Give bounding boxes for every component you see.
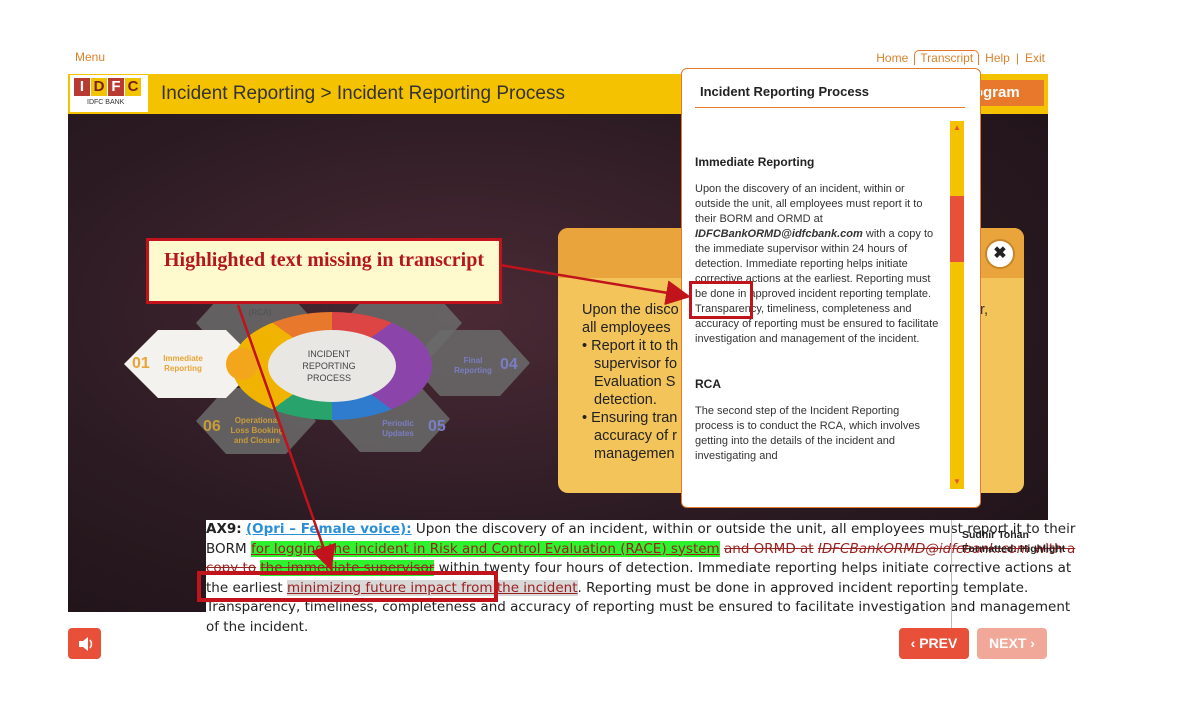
arrow-to-script-box	[237, 304, 331, 567]
speaker-icon	[79, 637, 93, 651]
prev-button[interactable]: ‹ PREV	[899, 628, 969, 659]
annotation-arrows	[236, 263, 691, 571]
next-button[interactable]: NEXT ›	[977, 628, 1047, 659]
arrow-to-transcript	[499, 263, 691, 306]
audio-button[interactable]	[68, 628, 101, 659]
next-label: NEXT	[989, 635, 1027, 651]
chevron-right-icon: ›	[1030, 635, 1035, 651]
prev-label: PREV	[919, 635, 958, 651]
chevron-left-icon: ‹	[910, 635, 916, 651]
